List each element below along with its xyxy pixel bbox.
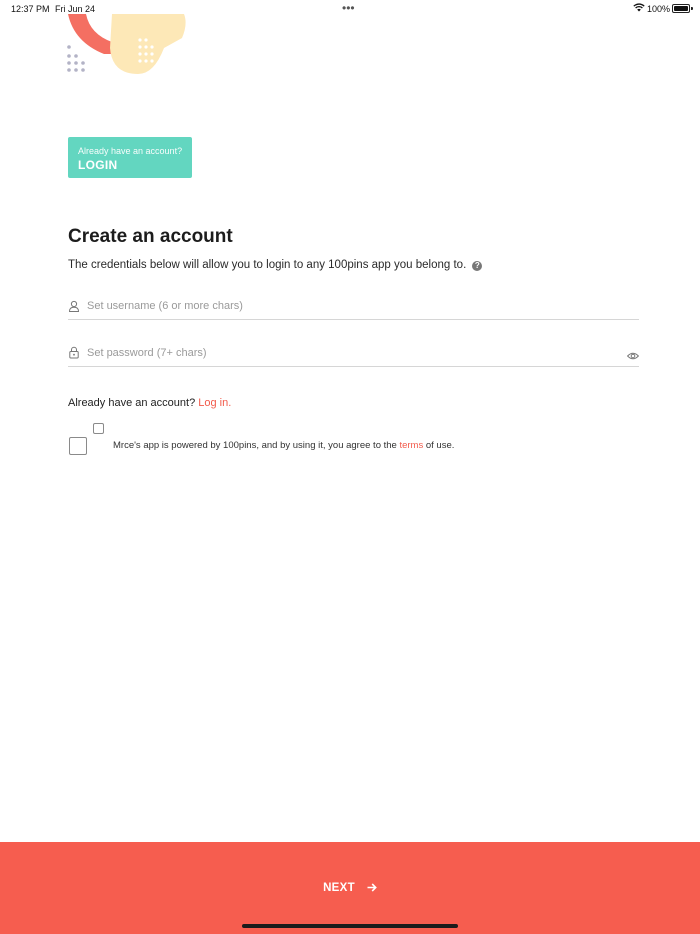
next-label: NEXT bbox=[323, 882, 355, 894]
battery-percent: 100% bbox=[647, 4, 671, 14]
terms-text-before: Mrce's app is powered by 100pins, and by… bbox=[113, 440, 400, 451]
user-icon bbox=[68, 299, 80, 312]
terms-text-after: of use. bbox=[423, 440, 455, 451]
login-tile-label: LOGIN bbox=[78, 158, 118, 172]
page-title: Create an account bbox=[68, 226, 233, 247]
terms-link[interactable]: terms bbox=[399, 440, 423, 451]
password-input[interactable] bbox=[87, 341, 607, 365]
next-button[interactable]: NEXT bbox=[0, 842, 700, 934]
terms-checkbox[interactable] bbox=[69, 437, 87, 455]
username-field bbox=[68, 294, 639, 320]
wifi-icon bbox=[633, 3, 645, 14]
eye-icon[interactable] bbox=[626, 348, 640, 360]
status-date: Fri Jun 24 bbox=[55, 4, 96, 14]
username-input[interactable] bbox=[87, 294, 607, 318]
next-bar: NEXT bbox=[0, 842, 700, 934]
status-time: 12:37 PM bbox=[11, 4, 50, 14]
terms-checkbox-small[interactable] bbox=[93, 423, 104, 434]
subtitle-text: The credentials below will allow you to … bbox=[68, 259, 467, 271]
home-indicator[interactable] bbox=[242, 924, 458, 928]
lock-icon bbox=[68, 346, 80, 359]
page-subtitle: The credentials below will allow you to … bbox=[68, 259, 483, 271]
question-circle-icon[interactable]: ? bbox=[472, 261, 483, 271]
brand-decoration bbox=[60, 14, 200, 84]
login-tile-prompt: Already have an account? bbox=[78, 146, 183, 156]
login-link[interactable]: Log in. bbox=[198, 397, 231, 409]
already-text: Already have an account? bbox=[68, 397, 196, 409]
already-have-account: Already have an account? Log in. bbox=[68, 397, 231, 409]
login-tile-button[interactable]: Already have an account? LOGIN bbox=[68, 137, 192, 178]
password-field bbox=[68, 341, 640, 367]
battery-icon bbox=[672, 4, 690, 13]
arrow-right-icon bbox=[367, 881, 377, 895]
terms-text: Mrce's app is powered by 100pins, and by… bbox=[113, 440, 454, 451]
multitasking-dots-icon[interactable]: ••• bbox=[342, 1, 355, 15]
